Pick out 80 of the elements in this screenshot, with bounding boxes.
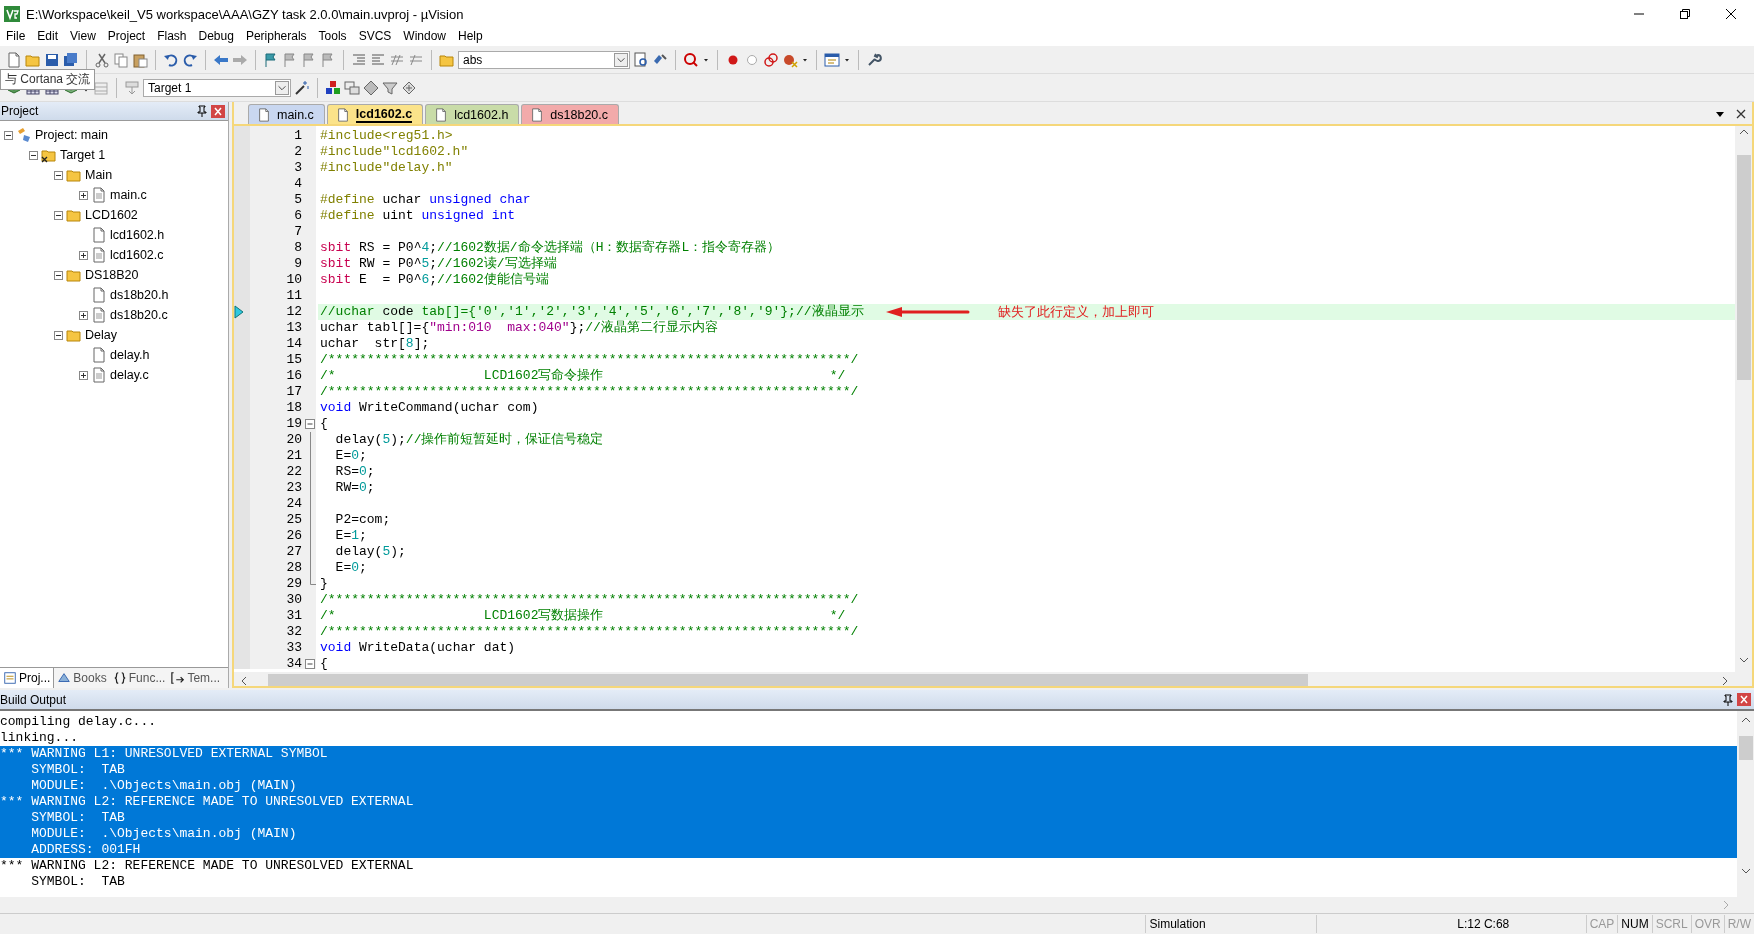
line-number: 30 (285, 592, 303, 608)
code-line: /*******************************************************************/ (320, 624, 859, 640)
line-number: 13 (285, 320, 303, 336)
panel-title: Build Output (0, 692, 68, 707)
line-number: 25 (285, 512, 303, 528)
code-line: /*******************************************************************/ (320, 384, 859, 400)
code-line: void WriteData(uchar dat) (320, 640, 516, 656)
code-line: #include<reg51.h> (320, 128, 453, 144)
line-number: 6 (293, 208, 303, 224)
code-line: E=0; (334, 448, 367, 464)
code-line: #include"delay.h" (320, 160, 453, 176)
status-indicator: CAP (1585, 915, 1618, 933)
code-line: { (320, 416, 328, 432)
output-line: *** WARNING L2: REFERENCE MADE TO UNRESOLVED EXTERNAL (0, 858, 415, 874)
line-number: 21 (285, 448, 303, 464)
line-number: 15 (285, 352, 303, 368)
line-number: 28 (285, 560, 303, 576)
code-line: uchar tabl[]={"min:010 max:040"};//液晶第二行显示内容 (320, 320, 718, 336)
line-number: 2 (293, 144, 303, 160)
line-number: 22 (285, 464, 303, 480)
code-line: /*******************************************************************/ (320, 592, 859, 608)
line-number: 11 (285, 288, 303, 304)
status-indicator: NUM (1617, 915, 1652, 933)
line-number: 17 (285, 384, 303, 400)
output-line: SYMBOL: TAB (30, 874, 126, 890)
line-number: 3 (293, 160, 303, 176)
code-line: sbit E = P0^6;//1602使能信号端 (320, 272, 549, 288)
code-line: sbit RS = P0^4;//1602数据/命令选择端（H：数据寄存器L：指令寄存器） (320, 240, 781, 256)
code-line: //uchar code tab[]={'0','1','2','3','4','5','6','7','8','9'};//液晶显示 (320, 304, 864, 320)
code-line: { (320, 656, 328, 672)
line-number: 20 (285, 432, 303, 448)
code-line: void WriteCommand(uchar com) (320, 400, 539, 416)
panel-title: Project (0, 104, 40, 118)
cursor-position: L:12 C:68 (1316, 915, 1586, 933)
line-number: 18 (285, 400, 303, 416)
line-number: 29 (285, 576, 303, 592)
line-number: 16 (285, 368, 303, 384)
line-number: 32 (285, 624, 303, 640)
line-number: 12 (285, 304, 303, 320)
annotation-text: 缺失了此行定义，加上即可 (997, 304, 1154, 320)
code-line: uchar str[8]; (320, 336, 430, 352)
window-title: E:\Workspace\keil_V5 workspace\AAA\GZY task 2.0.0\main.uvproj - µVision (26, 6, 465, 22)
line-number: 24 (285, 496, 303, 512)
line-number: 31 (285, 608, 303, 624)
line-number: 14 (285, 336, 303, 352)
code-line: RS=0; (334, 464, 375, 480)
code-line: /* LCD1602写命令操作 */ (320, 368, 846, 384)
line-number: 34 (285, 656, 303, 672)
code-line: #define uint unsigned int (320, 208, 516, 224)
status-indicator: R/W (1723, 915, 1754, 933)
status-indicator: OVR (1690, 915, 1724, 933)
mode-status: Simulation (1144, 915, 1317, 933)
line-number: 26 (285, 528, 303, 544)
tooltip: 与 Cortana 交流 (0, 69, 96, 90)
code-line: } (320, 576, 328, 592)
line-number: 19 (285, 416, 303, 432)
code-line: /* LCD1602写数据操作 */ (320, 608, 846, 624)
line-number: 7 (293, 224, 303, 240)
code-line: RW=0; (334, 480, 375, 496)
code-line: /*******************************************************************/ (320, 352, 859, 368)
line-number: 9 (293, 256, 303, 272)
code-line: delay(5); (334, 544, 406, 560)
line-number: 8 (293, 240, 303, 256)
line-number: 10 (285, 272, 303, 288)
code-line: sbit RW = P0^5;//1602读/写选择端 (320, 256, 557, 272)
line-number: 33 (285, 640, 303, 656)
code-line: delay(5);//操作前短暂延时，保证信号稳定 (334, 432, 604, 448)
code-line: E=0; (334, 560, 367, 576)
line-number: 5 (293, 192, 303, 208)
line-number: 1 (293, 128, 303, 144)
status-indicator: SCRL (1651, 915, 1691, 933)
line-number: 23 (285, 480, 303, 496)
line-number: 27 (285, 544, 303, 560)
code-line: #include"lcd1602.h" (320, 144, 469, 160)
code-line: E=1; (334, 528, 367, 544)
output-line: linking... (0, 730, 79, 746)
output-line: compiling delay.c... (0, 714, 158, 730)
code-line: P2=com; (334, 512, 391, 528)
code-line: #define uchar unsigned char (320, 192, 531, 208)
line-number: 4 (293, 176, 303, 192)
